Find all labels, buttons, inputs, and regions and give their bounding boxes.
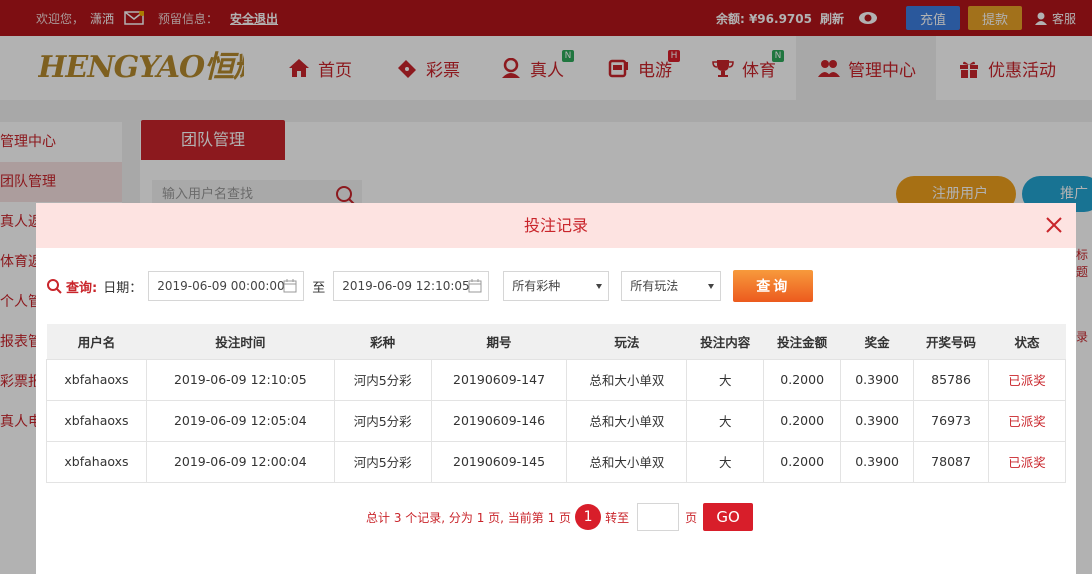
cell-content: 大 [686, 358, 765, 401]
column-header: 状态 [988, 324, 1066, 359]
cell-issue: 20190609-147 [430, 358, 568, 401]
cell-bet-time: 2019-06-09 12:00:04 [145, 440, 335, 483]
table-row: xbfahaoxs 2019-06-09 12:05:04 河内5分彩 2019… [46, 399, 1066, 442]
cell-amount: 0.2000 [763, 358, 842, 401]
table-row: xbfahaoxs 2019-06-09 12:10:05 河内5分彩 2019… [46, 358, 1066, 401]
pagination-summary: 总计 3 个记录, 分为 1 页, 当前第 1 页 [366, 510, 572, 525]
cell-lottery: 河内5分彩 [333, 358, 432, 401]
cell-draw-number: 76973 [913, 399, 990, 442]
cell-draw-number: 78087 [913, 440, 990, 483]
cell-prize: 0.3900 [840, 358, 915, 401]
column-header: 玩法 [566, 324, 687, 359]
column-header: 投注内容 [686, 324, 764, 359]
cell-username: xbfahaoxs [46, 358, 147, 401]
bet-records-modal: 投注记录 查询: 日期： 2019-06-09 00:00:00 至 2019-… [36, 203, 1076, 574]
cell-lottery: 河内5分彩 [333, 399, 432, 442]
close-icon[interactable] [1044, 215, 1064, 235]
query-button[interactable]: 查询 [733, 270, 814, 302]
search-icon [47, 279, 62, 294]
start-date-input[interactable]: 2019-06-09 00:00:00 [148, 271, 305, 301]
chevron-down-icon [708, 284, 715, 289]
modal-title: 投注记录 [523, 216, 588, 235]
column-header: 奖金 [840, 324, 914, 359]
column-header: 用户名 [46, 324, 147, 359]
page-number-current[interactable]: 1 [575, 504, 602, 530]
cell-content: 大 [686, 440, 765, 483]
pagination: 总计 3 个记录, 分为 1 页, 当前第 1 页 1 转至 页 GO [366, 503, 754, 531]
calendar-icon[interactable] [468, 279, 482, 293]
column-header: 期号 [431, 324, 567, 359]
go-button[interactable]: GO [703, 503, 754, 531]
cell-play: 总和大小单双 [566, 399, 688, 442]
cell-play: 总和大小单双 [566, 358, 688, 401]
to-label: 至 [312, 280, 326, 296]
play-type-select[interactable]: 所有玩法 [621, 271, 722, 301]
cell-username: xbfahaoxs [46, 399, 147, 442]
cell-lottery: 河内5分彩 [333, 440, 432, 483]
chevron-down-icon [596, 284, 603, 289]
calendar-icon[interactable] [283, 279, 297, 293]
column-header: 投注金额 [763, 324, 841, 359]
cell-play: 总和大小单双 [566, 440, 688, 483]
cell-bet-time: 2019-06-09 12:05:04 [145, 399, 335, 442]
cell-status: 已派奖 [988, 358, 1066, 401]
cell-content: 大 [686, 399, 765, 442]
cell-username: xbfahaoxs [46, 440, 147, 483]
modal-header: 投注记录 [36, 203, 1076, 248]
column-header: 开奖号码 [913, 324, 989, 359]
query-bar: 查询: 日期： 2019-06-09 00:00:00 至 2019-06-09… [46, 270, 814, 302]
lottery-type-select[interactable]: 所有彩种 [503, 271, 610, 301]
query-label: 查询: [46, 277, 97, 296]
cell-issue: 20190609-146 [430, 399, 568, 442]
cell-amount: 0.2000 [763, 440, 842, 483]
cell-draw-number: 85786 [913, 358, 990, 401]
table-header-row: 用户名 投注时间 彩种 期号 玩法 投注内容 投注金额 奖金 开奖号码 状态 [46, 324, 1066, 359]
cell-amount: 0.2000 [763, 399, 842, 442]
cell-prize: 0.3900 [840, 399, 915, 442]
end-date-input[interactable]: 2019-06-09 12:10:05 [333, 271, 490, 301]
goto-label: 转至 [605, 510, 630, 525]
page-unit-label: 页 [685, 510, 698, 525]
page-jump-input[interactable] [637, 503, 680, 531]
cell-status: 已派奖 [988, 399, 1066, 442]
cell-prize: 0.3900 [840, 440, 915, 483]
cell-status: 已派奖 [988, 440, 1066, 483]
date-label: 日期： [103, 280, 143, 296]
cell-issue: 20190609-145 [430, 440, 568, 483]
column-header: 投注时间 [146, 324, 335, 359]
cell-bet-time: 2019-06-09 12:10:05 [145, 358, 335, 401]
bet-records-table: 用户名 投注时间 彩种 期号 玩法 投注内容 投注金额 奖金 开奖号码 状态 x… [46, 324, 1066, 483]
table-row: xbfahaoxs 2019-06-09 12:00:04 河内5分彩 2019… [46, 440, 1066, 483]
column-header: 彩种 [334, 324, 432, 359]
